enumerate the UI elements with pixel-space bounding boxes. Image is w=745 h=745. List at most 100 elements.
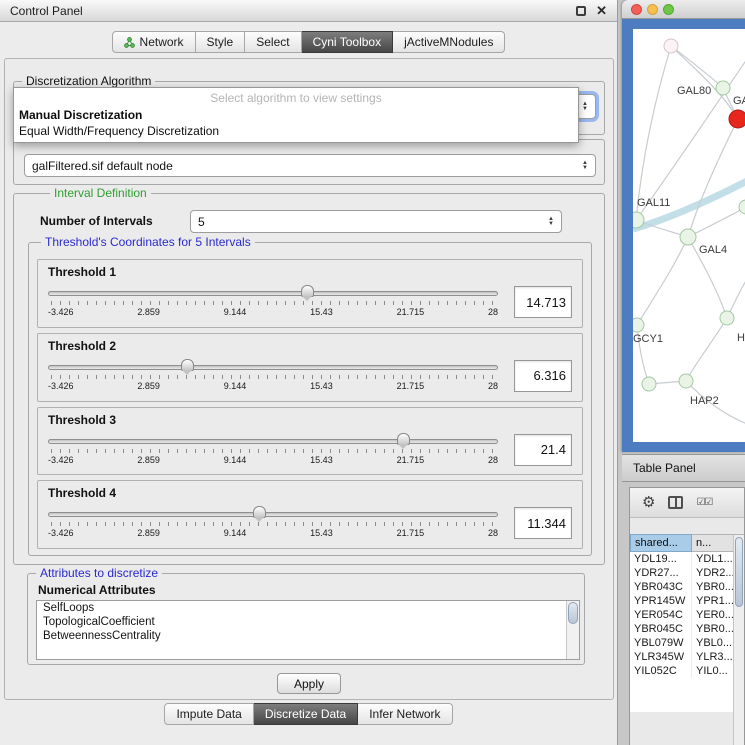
threshold-label: Threshold 3 xyxy=(48,413,572,427)
tab-label: Network xyxy=(140,35,184,49)
slider-ticks xyxy=(51,301,495,305)
node-label: GAL4 xyxy=(699,244,727,256)
table-body: YDL19...YDL1... YDR27...YDR2... YBR043CY… xyxy=(630,552,744,712)
float-window-icon[interactable] xyxy=(576,6,586,16)
threshold-coordinates-label: Threshold's Coordinates for 5 Intervals xyxy=(41,235,255,249)
scale-tick-label: 9.144 xyxy=(224,381,247,391)
column-header-shared-name[interactable]: shared... xyxy=(630,534,692,552)
cyni-toolbox-panel: Discretization Algorithm ▲▼ Select algor… xyxy=(4,58,614,700)
select-columns-icon[interactable]: ☑☑ xyxy=(696,497,712,508)
table-header-row: shared... n... xyxy=(630,534,744,552)
table-toolbar: ⚙ ☑☑ xyxy=(630,488,744,518)
slider-ticks xyxy=(51,522,495,526)
table-scrollbar[interactable] xyxy=(733,535,744,745)
tab-label: jActiveMNodules xyxy=(404,35,493,49)
dropdown-option-equal-width[interactable]: Equal Width/Frequency Discretization xyxy=(14,123,578,139)
control-panel-titlebar[interactable]: Control Panel ✕ xyxy=(0,0,617,22)
tab-impute-data[interactable]: Impute Data xyxy=(164,703,253,725)
close-traffic-light-icon[interactable] xyxy=(631,4,642,15)
threshold-label: Threshold 1 xyxy=(48,265,572,279)
slider-thumb[interactable] xyxy=(397,433,410,445)
cyni-bottom-tabbar: Impute Data Discretize Data Infer Networ… xyxy=(0,703,617,725)
attributes-listbox[interactable]: SelfLoops TopologicalCoefficient Between… xyxy=(36,600,580,660)
slider-scale: -3.4262.8599.14415.4321.71528 xyxy=(48,528,498,538)
tab-select[interactable]: Select xyxy=(245,31,301,53)
list-scrollbar-thumb[interactable] xyxy=(568,602,578,624)
tab-jactivemodules[interactable]: jActiveMNodules xyxy=(393,31,505,53)
tab-discretize-data[interactable]: Discretize Data xyxy=(254,703,358,725)
scale-tick-label: 21.715 xyxy=(397,381,425,391)
scale-tick-label: 21.715 xyxy=(397,455,425,465)
threshold-4-slider[interactable]: -3.4262.8599.14415.4321.71528 xyxy=(48,505,498,541)
network-node xyxy=(633,212,644,228)
table-row[interactable]: YLR345WYLR3... xyxy=(630,650,744,664)
threshold-2-slider[interactable]: -3.4262.8599.14415.4321.71528 xyxy=(48,358,498,394)
dropdown-option-manual-discretization[interactable]: Manual Discretization xyxy=(14,107,578,123)
slider-ticks xyxy=(51,375,495,379)
network-node xyxy=(664,39,678,53)
threshold-2-value-input[interactable]: 6.316 xyxy=(514,360,572,392)
table-scrollbar-thumb[interactable] xyxy=(735,537,743,607)
table-row[interactable]: YPR145WYPR1... xyxy=(630,594,744,608)
table-row[interactable]: YBL079WYBL0... xyxy=(630,636,744,650)
list-item[interactable]: SelfLoops xyxy=(37,601,579,615)
slider-thumb[interactable] xyxy=(181,359,194,371)
threshold-3-value-input[interactable]: 21.4 xyxy=(514,434,572,466)
tab-network[interactable]: Network xyxy=(112,31,196,53)
threshold-3-slider[interactable]: -3.4262.8599.14415.4321.71528 xyxy=(48,432,498,468)
table-panel-bar[interactable]: Table Panel xyxy=(622,454,745,482)
number-of-intervals-combobox[interactable]: 5 ▲▼ xyxy=(190,210,562,233)
gear-icon[interactable]: ⚙ xyxy=(642,495,655,510)
network-canvas[interactable]: GAL80 GA GAL11 GAL4 GCY1 HAP2 H xyxy=(633,29,745,442)
table-window: ⚙ ☑☑ shared... n... YDL19...YDL1... YDR2… xyxy=(629,487,745,745)
scale-tick-label: 2.859 xyxy=(137,307,160,317)
tab-style[interactable]: Style xyxy=(196,31,246,53)
tab-label: Cyni Toolbox xyxy=(313,35,381,49)
slider-track xyxy=(48,291,498,296)
network-window-titlebar[interactable] xyxy=(622,0,745,19)
threshold-coordinates-group: Threshold's Coordinates for 5 Intervals … xyxy=(28,242,592,556)
slider-thumb[interactable] xyxy=(253,506,266,518)
scale-tick-label: 15.43 xyxy=(310,381,333,391)
network-node-selected xyxy=(729,110,745,128)
tab-cyni-toolbox[interactable]: Cyni Toolbox xyxy=(302,31,393,53)
apply-button[interactable]: Apply xyxy=(277,673,341,694)
table-row[interactable]: YBR043CYBR0... xyxy=(630,580,744,594)
network-node xyxy=(680,229,696,245)
network-node xyxy=(642,377,656,391)
interval-definition-label: Interval Definition xyxy=(50,186,151,200)
slider-ticks xyxy=(51,449,495,453)
table-data-combobox[interactable]: galFiltered.sif default node ▲▼ xyxy=(24,154,596,177)
threshold-label: Threshold 4 xyxy=(48,486,572,500)
slider-scale: -3.4262.8599.14415.4321.71528 xyxy=(48,455,498,465)
attributes-group-label: Attributes to discretize xyxy=(36,566,162,580)
list-item[interactable]: BetweennessCentrality xyxy=(37,629,579,643)
node-label: GA xyxy=(733,95,745,107)
network-node xyxy=(720,311,734,325)
table-row[interactable]: YER054CYER0... xyxy=(630,608,744,622)
table-panel-title: Table Panel xyxy=(633,461,696,475)
table-row[interactable]: YIL052CYIL0... xyxy=(630,664,744,678)
table-row[interactable]: YDR27...YDR2... xyxy=(630,566,744,580)
scale-tick-label: 9.144 xyxy=(224,455,247,465)
scale-tick-label: 28 xyxy=(488,381,498,391)
network-node xyxy=(633,318,644,332)
table-row[interactable]: YBR045CYBR0... xyxy=(630,622,744,636)
tab-infer-network[interactable]: Infer Network xyxy=(358,703,452,725)
close-icon[interactable]: ✕ xyxy=(596,4,607,17)
threshold-1-slider[interactable]: -3.4262.8599.14415.4321.71528 xyxy=(48,284,498,320)
slider-thumb[interactable] xyxy=(301,285,314,297)
threshold-1-value-input[interactable]: 14.713 xyxy=(514,286,572,318)
list-scrollbar[interactable] xyxy=(566,601,579,659)
columns-icon[interactable] xyxy=(668,496,683,509)
list-item[interactable]: TopologicalCoefficient xyxy=(37,615,579,629)
minimize-traffic-light-icon[interactable] xyxy=(647,4,658,15)
table-row[interactable]: YDL19...YDL1... xyxy=(630,552,744,566)
titlebar-buttons: ✕ xyxy=(576,4,607,17)
slider-scale: -3.4262.8599.14415.4321.71528 xyxy=(48,381,498,391)
scale-tick-label: 15.43 xyxy=(310,528,333,538)
scale-tick-label: 15.43 xyxy=(310,307,333,317)
threshold-4-value-input[interactable]: 11.344 xyxy=(514,507,572,539)
zoom-traffic-light-icon[interactable] xyxy=(663,4,674,15)
attributes-group: Attributes to discretize Numerical Attri… xyxy=(27,573,585,665)
